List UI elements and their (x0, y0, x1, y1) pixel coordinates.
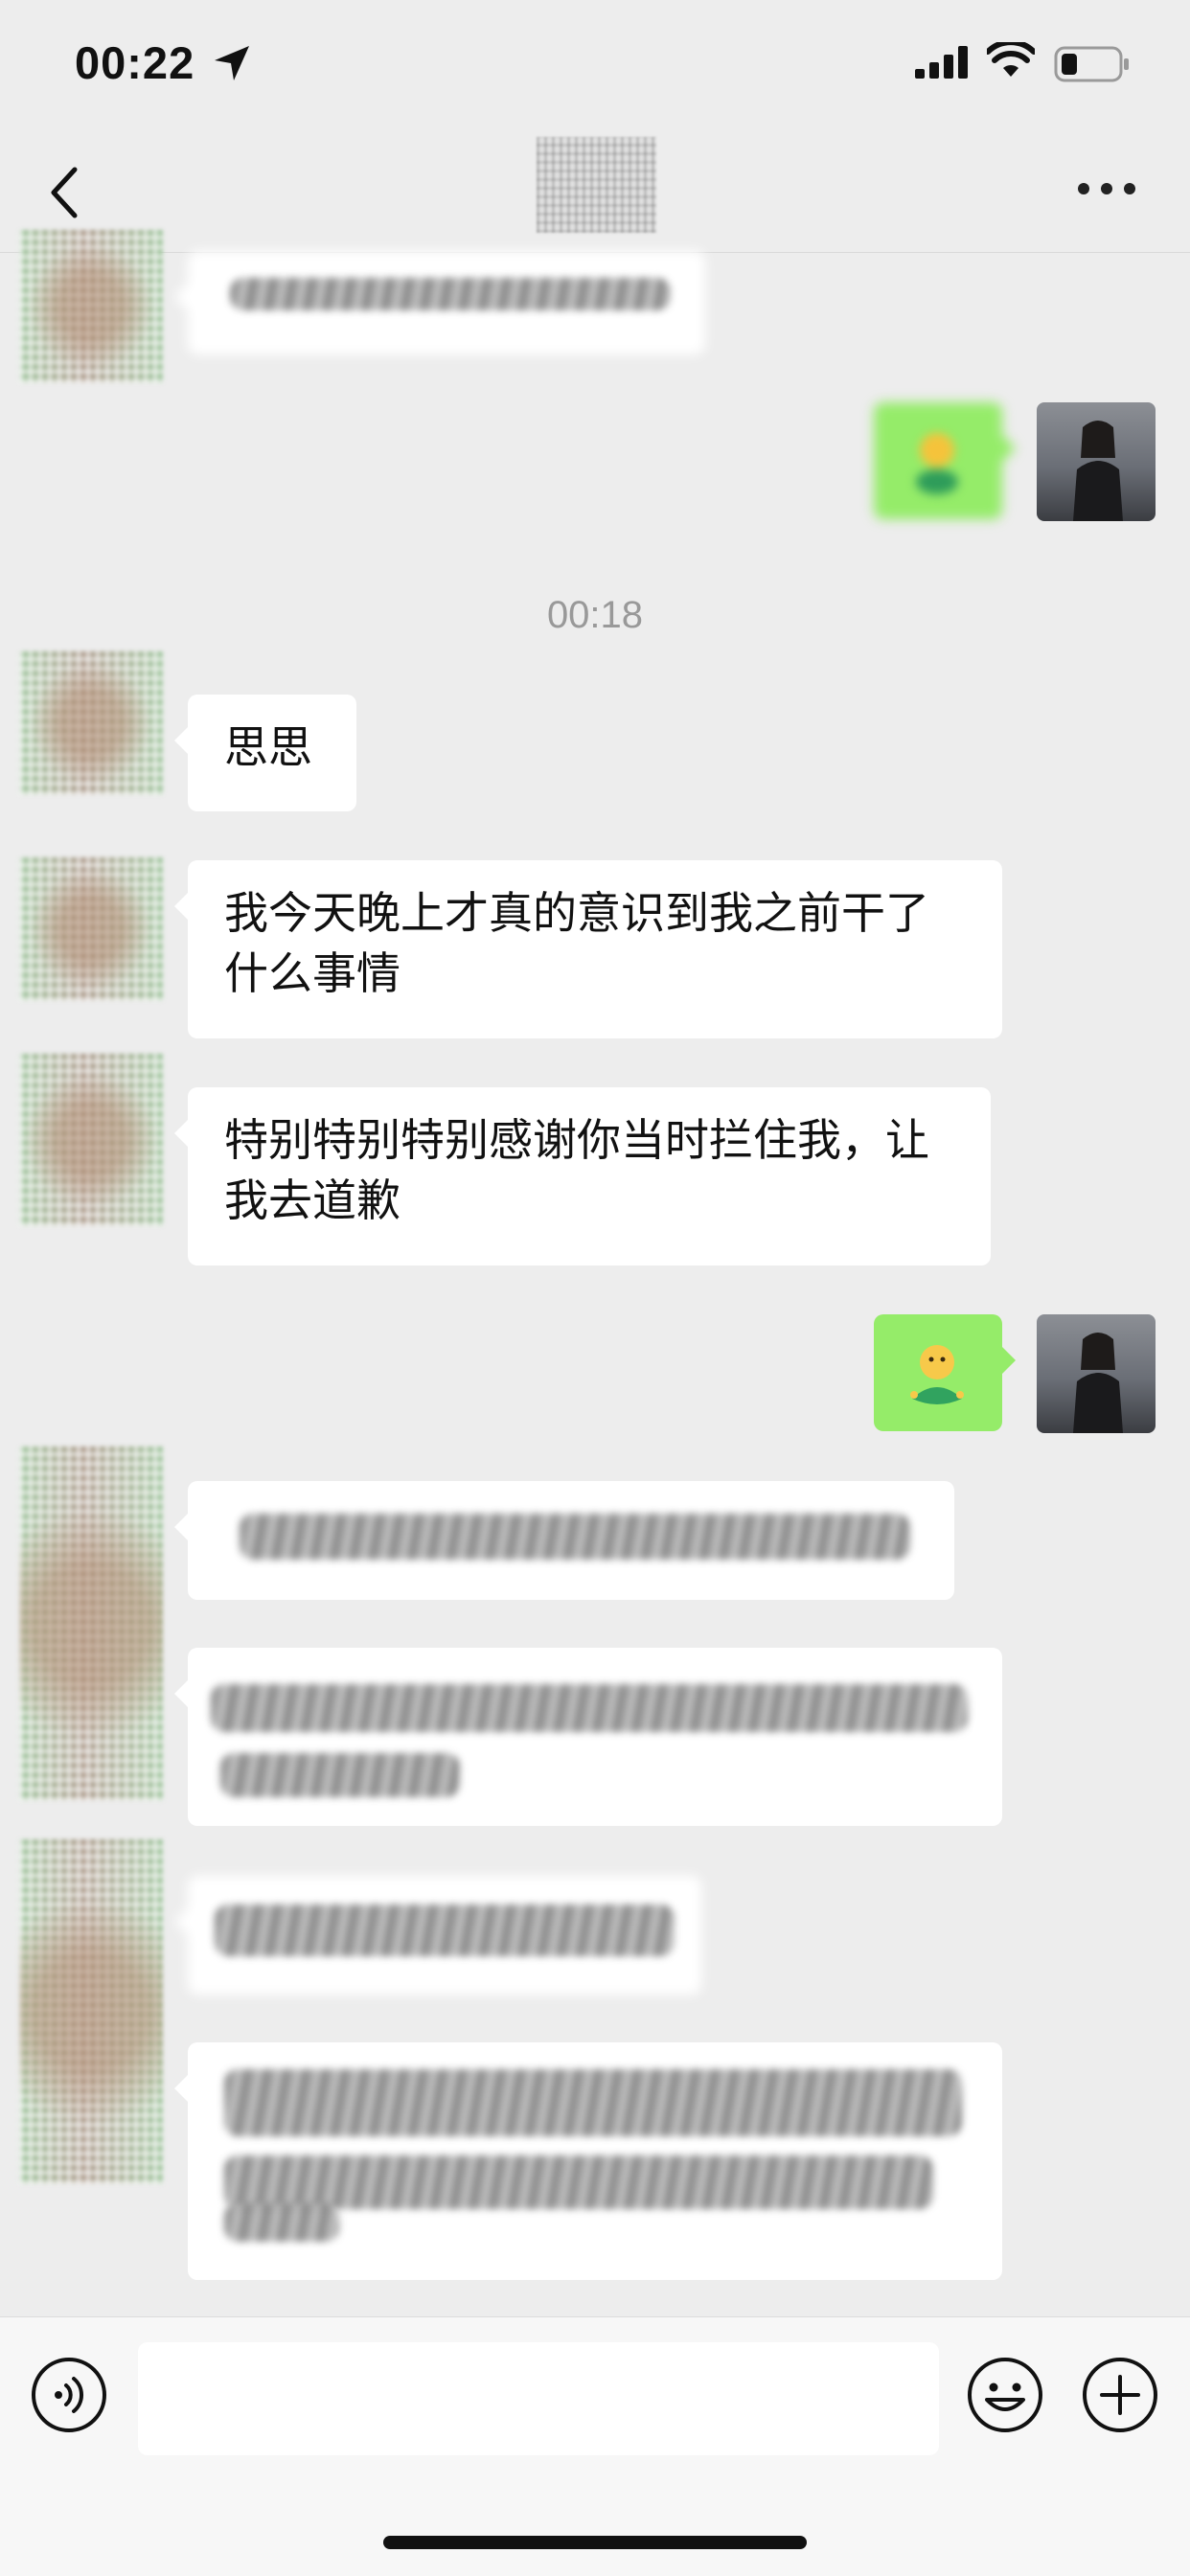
signal-icon (915, 46, 968, 79)
battery-icon (1054, 46, 1129, 82)
redacted-text (240, 1514, 910, 1560)
nav-bar (0, 129, 1190, 253)
emoji-icon (910, 1345, 964, 1404)
redacted-text (230, 278, 671, 310)
redacted-text (220, 1753, 460, 1797)
contact-avatar[interactable] (19, 857, 163, 1001)
home-indicator[interactable] (383, 2536, 807, 2549)
message-input[interactable] (138, 2342, 939, 2455)
status-time: 00:22 (75, 37, 195, 88)
contact-avatar[interactable] (19, 230, 163, 383)
redacted-text (215, 1904, 675, 1956)
redacted-text (224, 2155, 933, 2209)
message-bubble[interactable]: 我今天晚上才真的意识到我之前干了什么事情 (174, 860, 1002, 1038)
chat-title-redacted (537, 137, 656, 233)
message-timestamp: 00:18 (546, 594, 644, 636)
my-avatar[interactable] (1037, 402, 1156, 521)
contact-avatar[interactable] (19, 1054, 163, 1226)
voice-icon[interactable] (30, 2356, 108, 2434)
contact-avatar[interactable] (19, 651, 163, 795)
message-bubble-redacted[interactable] (174, 1648, 1002, 1826)
location-arrow-icon (215, 46, 249, 80)
redacted-text (224, 2203, 339, 2242)
contact-avatar[interactable] (19, 1447, 163, 1801)
message-text: 思思 (224, 721, 312, 773)
emoji-icon (916, 433, 958, 494)
redacted-text (224, 2069, 962, 2136)
input-bar (0, 2316, 1190, 2576)
message-text: 我今天晚上才真的意识到我之前干了什么事情 (224, 887, 929, 999)
back-chevron-icon[interactable] (42, 164, 90, 221)
message-text: 特别特别特别感谢你当时拦住我，让我去道歉 (224, 1114, 929, 1226)
more-icon[interactable] (1078, 183, 1135, 198)
emoji-button-icon[interactable] (966, 2356, 1044, 2434)
message-bubble[interactable]: 思思 (174, 695, 356, 811)
wifi-icon (987, 42, 1035, 77)
my-avatar[interactable] (1037, 1314, 1156, 1433)
redacted-text (211, 1684, 968, 1732)
message-bubble[interactable]: 特别特别特别感谢你当时拦住我，让我去道歉 (174, 1087, 991, 1265)
contact-avatar[interactable] (19, 1839, 163, 2184)
plus-icon[interactable] (1081, 2356, 1159, 2434)
status-bar: 00:22 (0, 0, 1190, 129)
